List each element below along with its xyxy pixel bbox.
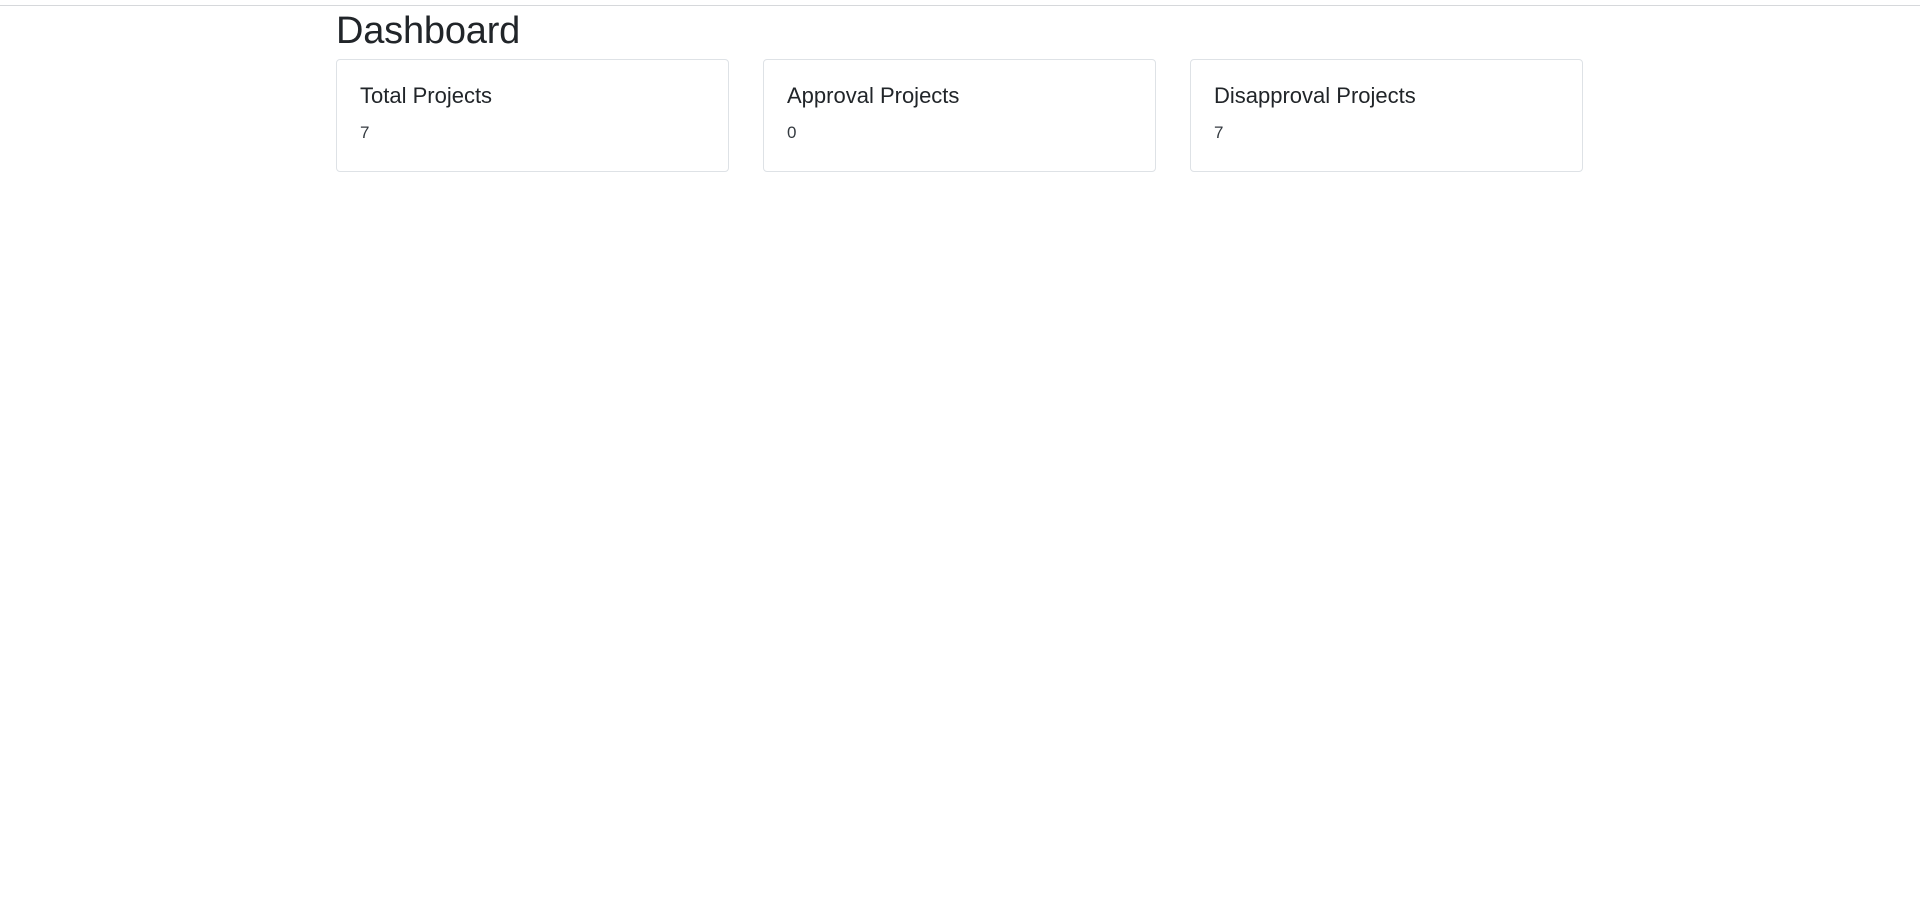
card-title: Approval Projects: [787, 83, 960, 108]
main-content: Dashboard Total Projects 7 Approval Proj…: [336, 5, 1585, 172]
summary-cards: Total Projects 7 Approval Projects 0 Dis…: [336, 59, 1585, 172]
card-title: Total Projects: [360, 83, 493, 108]
disapproval-projects-card: Disapproval Projects 7: [1190, 59, 1583, 172]
page-title: Dashboard: [336, 10, 521, 52]
card-value: 7: [1214, 123, 1224, 142]
total-projects-card: Total Projects 7: [336, 59, 729, 172]
card-value: 7: [360, 123, 370, 142]
approval-projects-card: Approval Projects 0: [763, 59, 1156, 172]
card-value: 0: [787, 123, 797, 142]
card-title: Disapproval Projects: [1214, 83, 1416, 108]
